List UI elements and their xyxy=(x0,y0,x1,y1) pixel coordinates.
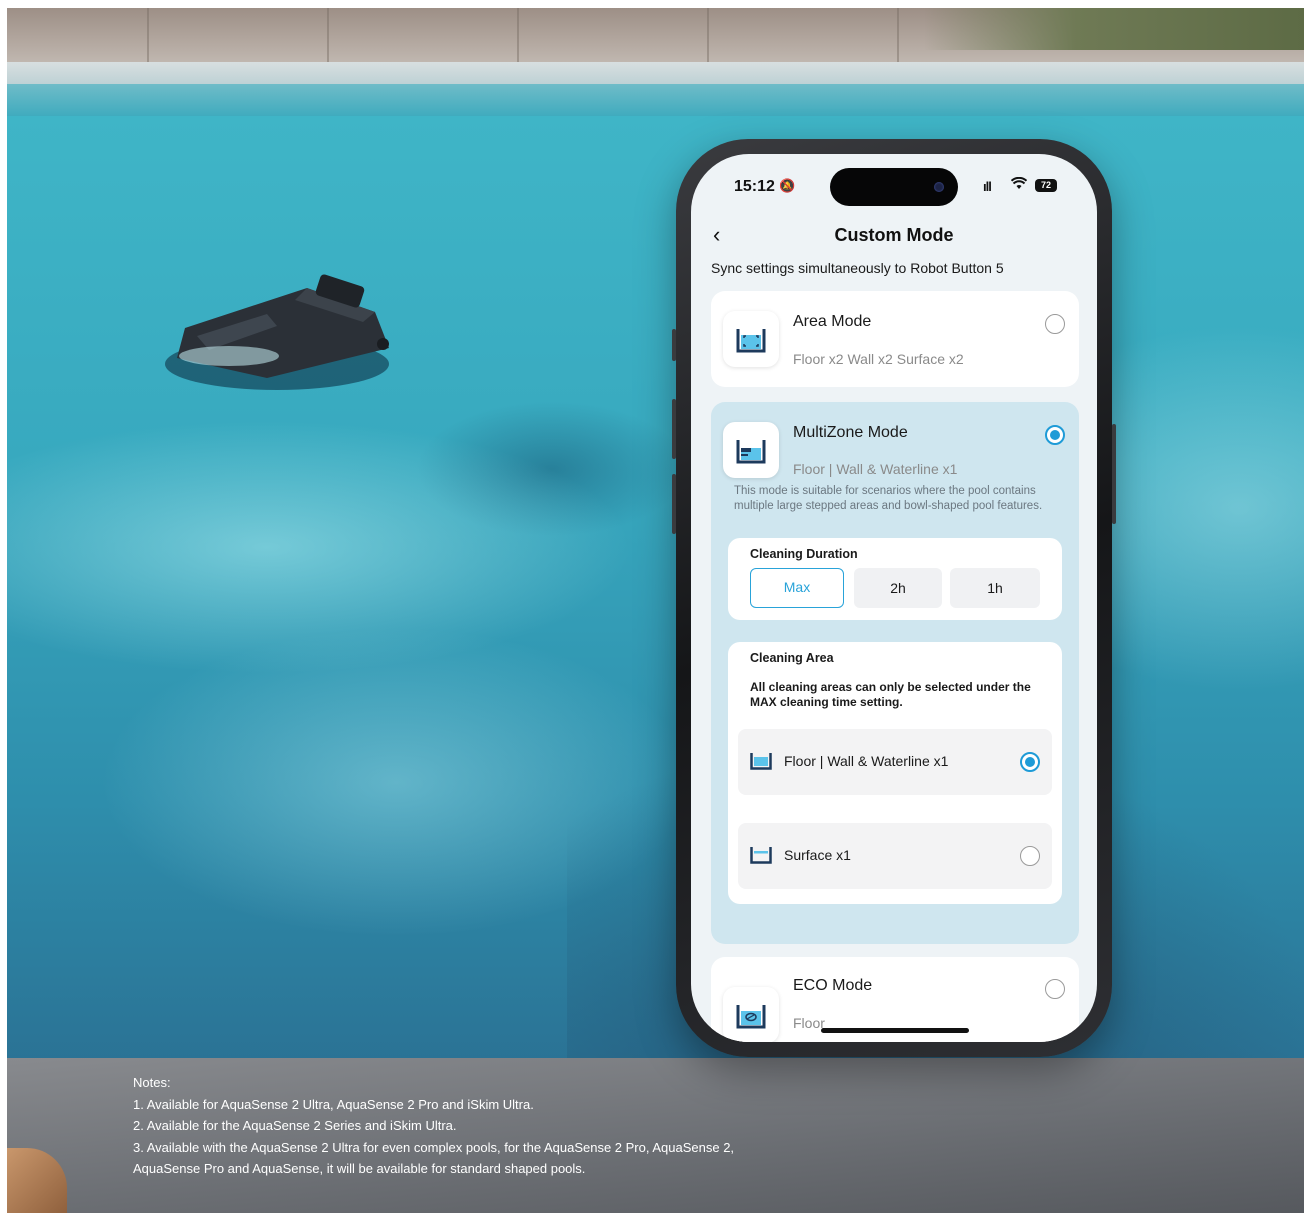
phone-volume-down-button xyxy=(672,474,676,534)
cleaning-duration-panel: Cleaning Duration Max 2h 1h xyxy=(728,538,1062,620)
pool-deck-top xyxy=(7,8,1304,70)
app-screen: 15:12 🔕 ıll 72 ‹ Custom Mode Sync settin… xyxy=(691,154,1097,1042)
notes-heading: Notes: xyxy=(133,1075,171,1090)
duration-2h-button[interactable]: 2h xyxy=(854,568,942,608)
note-line-3: 3. Available with the AquaSense 2 Ultra … xyxy=(133,1139,735,1155)
duration-max-button[interactable]: Max xyxy=(750,568,844,608)
phone-power-button xyxy=(1112,424,1116,524)
cellular-signal-icon: ıll xyxy=(983,179,992,194)
pool-tile-band xyxy=(7,84,1304,120)
area-option-floor-wall[interactable]: Floor | Wall & Waterline x1 xyxy=(738,729,1052,795)
page-title: Custom Mode xyxy=(834,225,954,245)
area-mode-icon xyxy=(723,311,779,367)
multizone-mode-note: This mode is suitable for scenarios wher… xyxy=(734,485,1043,512)
note-line-2: 2. Available for the AquaSense 2 Series … xyxy=(133,1118,457,1133)
phone-frame: 15:12 🔕 ıll 72 ‹ Custom Mode Sync settin… xyxy=(672,139,1116,1057)
footnotes: Notes: 1. Available for AquaSense 2 Ultr… xyxy=(133,1072,813,1180)
cleaning-area-panel: Cleaning Area All cleaning areas can onl… xyxy=(728,642,1062,904)
grass-strip xyxy=(924,8,1304,50)
camera-icon xyxy=(934,182,944,192)
pool-robot-image xyxy=(165,274,389,390)
area-option-floor-wall-radio[interactable] xyxy=(1020,752,1040,772)
battery-icon: 72 xyxy=(1035,179,1057,192)
cleaning-area-title: Cleaning Area xyxy=(750,651,834,665)
eco-mode-title: ECO Mode xyxy=(793,977,873,994)
status-time: 15:12 xyxy=(734,178,775,195)
cleaning-area-note: All cleaning areas can only be selected … xyxy=(750,680,1031,709)
cleaning-duration-title: Cleaning Duration xyxy=(750,547,858,561)
note-line-4: AquaSense Pro and AquaSense, it will be … xyxy=(133,1161,586,1176)
silent-bell-icon: 🔕 xyxy=(779,178,796,193)
area-mode-card[interactable]: Area Mode Floor x2 Wall x2 Surface x2 xyxy=(711,291,1079,387)
status-bar: 15:12 🔕 ıll 72 xyxy=(691,154,1097,214)
home-indicator[interactable] xyxy=(821,1028,969,1033)
multizone-mode-radio[interactable] xyxy=(1045,425,1065,445)
dynamic-island xyxy=(830,168,958,206)
phone-volume-up-button xyxy=(672,399,676,459)
area-mode-radio[interactable] xyxy=(1045,314,1065,334)
multizone-mode-desc: Floor | Wall & Waterline x1 xyxy=(793,461,958,477)
note-line-1: 1. Available for AquaSense 2 Ultra, Aqua… xyxy=(133,1096,534,1112)
phone-action-button xyxy=(672,329,676,361)
eco-mode-radio[interactable] xyxy=(1045,979,1065,999)
area-mode-desc: Floor x2 Wall x2 Surface x2 xyxy=(793,351,964,367)
floor-wall-icon xyxy=(750,753,772,770)
eco-mode-icon xyxy=(723,987,779,1042)
area-option-surface-radio[interactable] xyxy=(1020,846,1040,866)
multizone-mode-icon xyxy=(723,422,779,478)
duration-1h-button[interactable]: 1h xyxy=(950,568,1040,608)
eco-mode-desc: Floor xyxy=(793,1015,825,1031)
area-option-floor-wall-label: Floor | Wall & Waterline x1 xyxy=(784,753,949,769)
multizone-mode-title: MultiZone Mode xyxy=(793,424,908,441)
multizone-mode-card[interactable]: MultiZone Mode Floor | Wall & Waterline … xyxy=(711,402,1079,944)
area-option-surface-label: Surface x1 xyxy=(784,847,851,863)
sync-description: Sync settings simultaneously to Robot Bu… xyxy=(711,260,1004,276)
area-mode-title: Area Mode xyxy=(793,313,872,330)
area-option-surface[interactable]: Surface x1 xyxy=(738,823,1052,889)
surface-icon xyxy=(750,847,772,864)
wifi-icon xyxy=(1010,176,1028,194)
